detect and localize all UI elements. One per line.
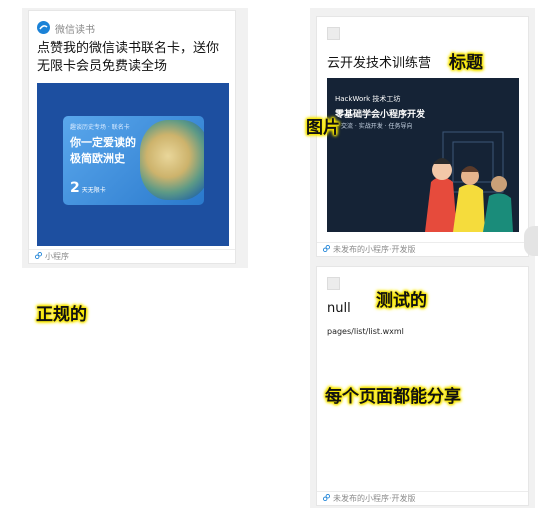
annotation-image: 图片 (306, 118, 340, 138)
promo-map-illustration (140, 120, 204, 200)
card-footer: 未发布的小程序·开发版 (317, 491, 528, 505)
promo-headline-1: 你一定爱读的 (70, 136, 136, 149)
scroll-handle[interactable] (524, 226, 538, 256)
promo-days-unit: 天无限卡 (81, 187, 106, 194)
card-title: null (327, 301, 351, 316)
annotation-test: 测试的 (376, 291, 427, 311)
footer-label: 未发布的小程序·开发版 (333, 494, 416, 503)
banner-tagline: ・交流 · 实战开发 · 任务导向 (335, 123, 413, 130)
annotation-normal: 正规的 (36, 305, 87, 325)
wechat-read-logo-icon (37, 19, 50, 38)
promo-days-number: 2 (70, 180, 80, 196)
link-icon (323, 245, 330, 254)
link-icon (35, 252, 42, 261)
avatar-icon (327, 27, 340, 40)
cover-image: 趣谈历史专场 · 联名卡 你一定爱读的 极简欧洲史 2 天无限卡 (37, 83, 229, 246)
banner-illustration (413, 104, 519, 232)
app-header: 微信读书 (37, 19, 95, 38)
card-footer: 未发布的小程序·开发版 (317, 242, 528, 256)
promo-days: 2 天无限卡 (70, 180, 106, 196)
mini-program-share-card-test[interactable]: 云开发技术训练营 HackWork 技术工坊 零基础学会小程序开发 ・交流 · … (316, 16, 529, 257)
annotation-share: 每个页面都能分享 (325, 387, 461, 407)
annotation-title: 标题 (449, 53, 483, 73)
avatar-icon (327, 277, 340, 290)
promo-card: 趣谈历史专场 · 联名卡 你一定爱读的 极简欧洲史 2 天无限卡 (63, 116, 204, 205)
footer-label: 未发布的小程序·开发版 (333, 245, 416, 254)
mini-program-share-card-normal[interactable]: 微信读书 点赞我的微信读书联名卡，送你无限卡会员免费读全场 趣谈历史专场 · 联… (28, 10, 236, 264)
card-footer: 小程序 (29, 249, 235, 263)
banner-headline: 零基础学会小程序开发 (335, 110, 426, 120)
link-icon (323, 494, 330, 503)
card-title: 点赞我的微信读书联名卡，送你无限卡会员免费读全场 (37, 41, 220, 74)
cover-image: HackWork 技术工坊 零基础学会小程序开发 ・交流 · 实战开发 · 任务… (327, 78, 519, 232)
card-title: 云开发技术训练营 (327, 56, 432, 71)
banner-brand: HackWork 技术工坊 (335, 95, 401, 103)
promo-headline-2: 极简欧洲史 (70, 152, 125, 165)
page-path: pages/list/list.wxml (327, 327, 404, 336)
footer-label: 小程序 (45, 252, 69, 261)
promo-subtitle: 趣谈历史专场 · 联名卡 (70, 124, 130, 131)
app-name: 微信读书 (55, 25, 95, 36)
